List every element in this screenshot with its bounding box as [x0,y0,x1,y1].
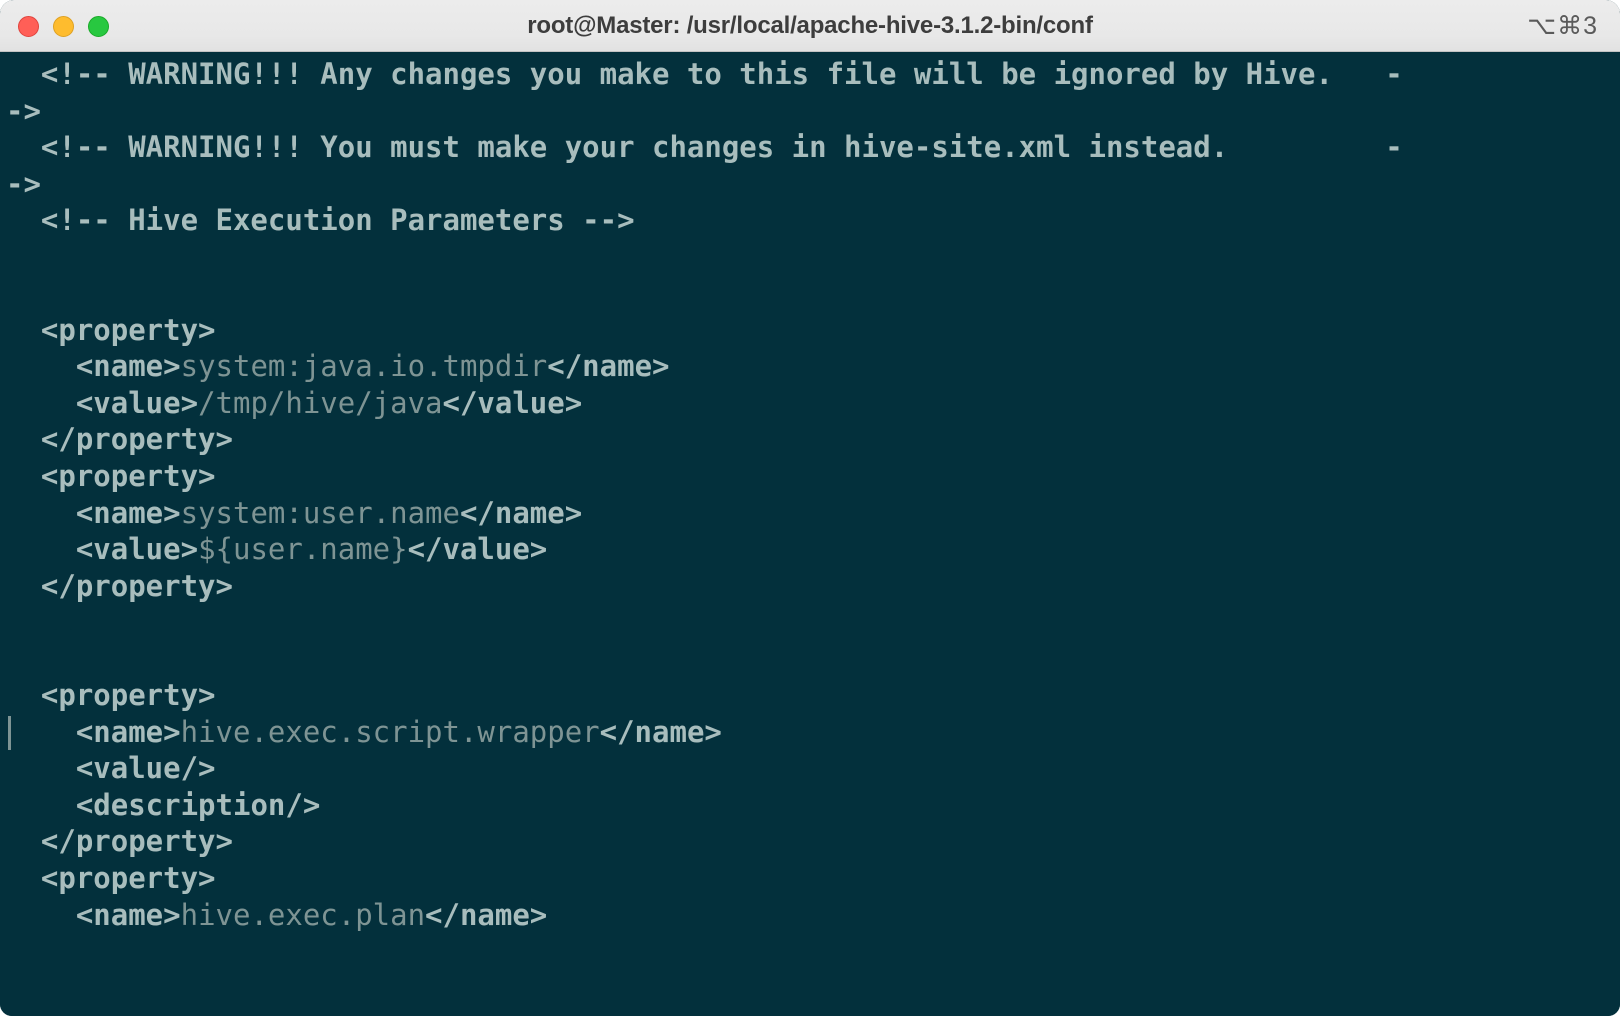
token-tag: <property> [40,861,216,896]
keyboard-shortcut-indicator: ⌥⌘3 [1527,12,1598,40]
token-tag: </name> [599,714,722,749]
token-comment: -> [6,93,41,128]
terminal-window: root@Master: /usr/local/apache-hive-3.1.… [0,0,1620,1016]
editor-line[interactable] [0,604,1620,641]
editor-line[interactable]: <property> [0,860,1620,897]
editor-line[interactable]: <!-- WARNING!!! You must make your chang… [0,129,1620,166]
token-tag: </name> [459,495,583,530]
editor-line[interactable] [0,239,1620,276]
token-tag: <property> [40,678,216,713]
editor-line[interactable]: <name>hive.exec.script.wrapper</name> [0,714,1620,751]
token-tag: <value> [75,385,199,420]
editor-line[interactable]: <name>hive.exec.plan</name> [0,897,1620,934]
editor-line[interactable]: </property> [0,823,1620,860]
token-text: /tmp/hive/java [198,385,443,420]
editor-line[interactable]: <name>system:java.io.tmpdir</name> [0,348,1620,385]
window-title-bar: root@Master: /usr/local/apache-hive-3.1.… [0,0,1620,52]
editor-text-lines[interactable]: <!-- WARNING!!! Any changes you make to … [0,56,1620,1016]
token-tag: </property> [40,422,233,457]
token-tag: <property> [40,312,216,347]
token-tag: <name> [75,897,181,932]
token-comment: <!-- Hive Execution Parameters --> [40,203,635,238]
editor-status-line: 35,1 0% [0,974,1620,1014]
maximize-button[interactable] [88,15,109,37]
token-comment: -> [6,166,41,201]
editor-line[interactable]: <property> [0,458,1620,495]
token-text: ${user.name} [198,532,408,567]
token-tag: </name> [547,349,670,384]
token-tag: </name> [425,897,548,932]
token-tag: <value> [75,532,199,567]
editor-line[interactable]: <description/> [0,787,1620,824]
editor-line[interactable]: -> [0,93,1620,130]
editor-line[interactable]: </property> [0,421,1620,458]
token-tag: <name> [75,714,181,749]
token-comment: <!-- WARNING!!! Any changes you make to … [40,57,1403,91]
minimize-button[interactable] [53,15,74,37]
close-button[interactable] [18,15,39,37]
editor-line[interactable]: <value>/tmp/hive/java</value> [0,385,1620,422]
token-tag: <value/> [75,751,216,786]
editor-line[interactable] [0,275,1620,312]
token-tag: <property> [40,459,216,494]
editor-line[interactable]: <value/> [0,750,1620,787]
token-tag: </value> [407,532,548,567]
editor-line[interactable]: -> [0,166,1620,203]
token-text: hive.exec.script.wrapper [180,714,600,749]
editor-line[interactable]: </property> [0,568,1620,605]
token-text: system:user.name [180,495,460,530]
token-tag: </value> [442,385,583,420]
editor-line[interactable]: <!-- Hive Execution Parameters --> [0,202,1620,239]
terminal-content-area[interactable]: <!-- WARNING!!! Any changes you make to … [0,52,1620,1016]
token-tag: <name> [75,349,181,384]
token-tag: </property> [40,568,233,603]
editor-line[interactable]: <value>${user.name}</value> [0,531,1620,568]
page-title: root@Master: /usr/local/apache-hive-3.1.… [527,12,1093,39]
token-comment: <!-- WARNING!!! You must make your chang… [40,130,1403,165]
editor-line[interactable]: <!-- WARNING!!! Any changes you make to … [0,56,1620,93]
token-text: hive.exec.plan [180,897,426,932]
token-tag: <name> [75,495,181,530]
token-tag: <description/> [75,787,321,822]
text-cursor [8,715,11,750]
editor-line[interactable]: <name>system:user.name</name> [0,495,1620,532]
window-controls [18,0,109,52]
token-text: system:java.io.tmpdir [180,349,548,384]
editor-line[interactable]: <property> [0,312,1620,349]
editor-line[interactable]: <property> [0,677,1620,714]
editor-line[interactable] [0,641,1620,678]
token-tag: </property> [40,824,233,859]
